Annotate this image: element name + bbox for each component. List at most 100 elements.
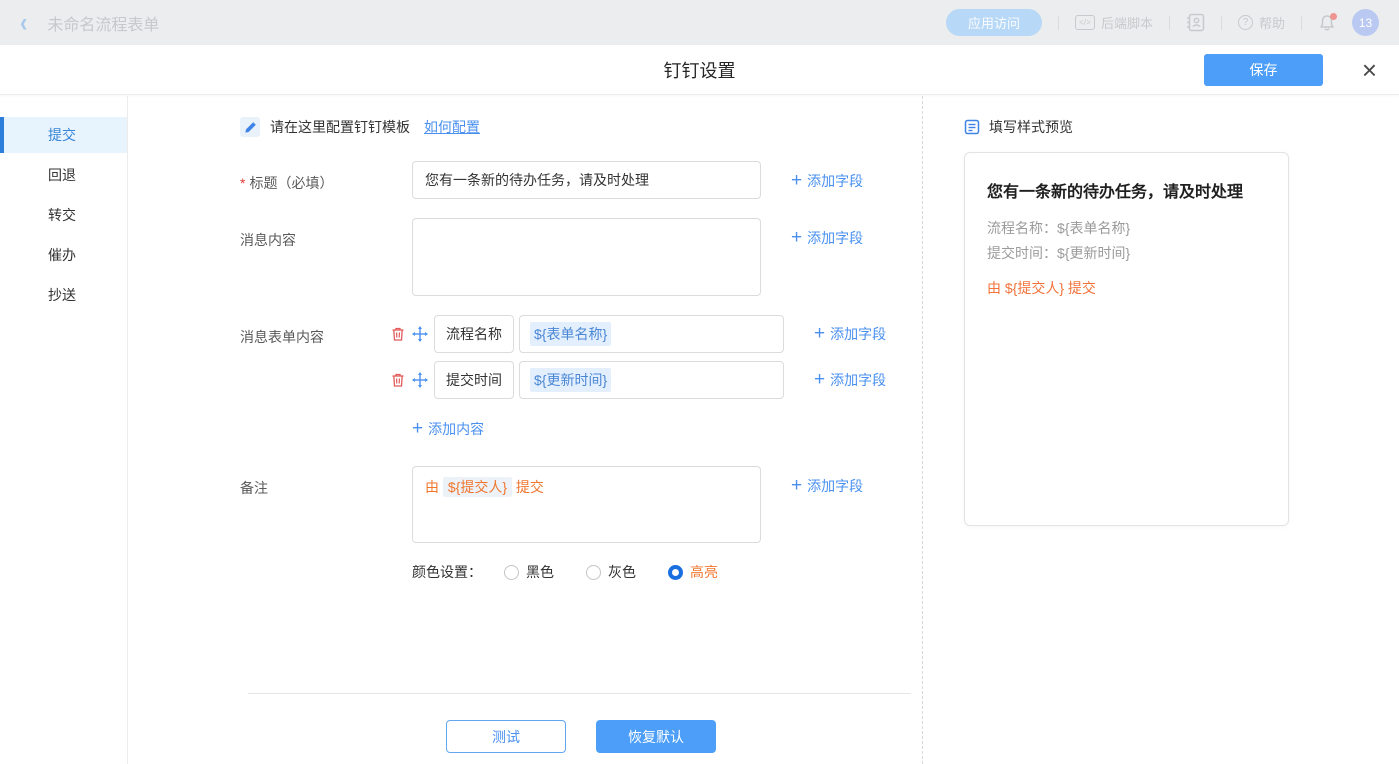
field-name-input[interactable]: 流程名称 xyxy=(434,315,514,353)
plus-icon: + xyxy=(412,420,423,438)
preview-card: 您有一条新的待办任务，请及时处理 流程名称：${表单名称} 提交时间：${更新时… xyxy=(964,152,1289,526)
radio-black[interactable]: 黑色 xyxy=(504,562,554,582)
divider xyxy=(1301,16,1302,30)
remark-field-row: 备注 由 ${提交人} 提交 + 添加字段 xyxy=(240,466,922,543)
add-field-link[interactable]: + 添加字段 xyxy=(814,324,886,344)
sidebar-item-transfer[interactable]: 转交 xyxy=(0,197,127,233)
back-icon[interactable]: ‹ xyxy=(20,11,27,35)
modal-header: 钉钉设置 保存 × xyxy=(0,45,1399,95)
plus-icon: + xyxy=(791,172,802,190)
add-field-link[interactable]: + 添加字段 xyxy=(791,218,863,248)
sidebar-item-submit[interactable]: 提交 xyxy=(0,117,127,153)
radio-checked-icon xyxy=(668,565,683,580)
delete-icon[interactable] xyxy=(390,372,406,388)
move-icon[interactable] xyxy=(412,326,428,342)
sidebar-item-label: 提交 xyxy=(48,125,76,145)
how-to-configure-link[interactable]: 如何配置 xyxy=(424,117,480,137)
restore-default-button[interactable]: 恢复默认 xyxy=(596,720,716,753)
sidebar-item-label: 抄送 xyxy=(48,285,76,305)
contacts-button[interactable] xyxy=(1186,13,1205,32)
notification-badge xyxy=(1330,13,1337,20)
title-input[interactable] xyxy=(412,161,761,199)
plus-icon: + xyxy=(814,371,825,389)
form-content-row: 流程名称 ${表单名称} + 添加字段 xyxy=(390,315,886,353)
backend-script-label: 后端脚本 xyxy=(1101,13,1153,32)
modal-title: 钉钉设置 xyxy=(0,45,1399,95)
notifications-button[interactable] xyxy=(1318,14,1336,32)
radio-icon xyxy=(504,565,519,580)
preview-line-submit-time: 提交时间：${更新时间} xyxy=(987,241,1266,266)
plus-icon: + xyxy=(791,477,802,495)
preview-line-process-name: 流程名称：${表单名称} xyxy=(987,216,1266,241)
form-actions: 测试 恢复默认 xyxy=(446,720,922,753)
code-icon: </> xyxy=(1075,15,1095,30)
divider xyxy=(1221,16,1222,30)
message-field-row: 消息内容 + 添加字段 xyxy=(240,218,922,296)
message-content-textarea[interactable] xyxy=(412,218,761,296)
remark-textarea[interactable]: 由 ${提交人} 提交 xyxy=(412,466,761,543)
radio-gray[interactable]: 灰色 xyxy=(586,562,636,582)
contacts-icon xyxy=(1186,13,1205,32)
app-access-button[interactable]: 应用访问 xyxy=(946,9,1042,36)
message-field-label: 消息内容 xyxy=(240,218,412,250)
plus-icon: + xyxy=(814,325,825,343)
help-button[interactable]: ? 帮助 xyxy=(1238,13,1285,32)
top-bar-left: ‹ 未命名流程表单 xyxy=(20,11,159,35)
required-mark: * xyxy=(240,175,245,191)
document-title: 未命名流程表单 xyxy=(47,11,159,35)
field-token: ${表单名称} xyxy=(530,322,611,346)
preview-title: 您有一条新的待办任务，请及时处理 xyxy=(987,178,1266,202)
field-name-input[interactable]: 提交时间 xyxy=(434,361,514,399)
test-button[interactable]: 测试 xyxy=(446,720,566,753)
question-icon: ? xyxy=(1238,15,1253,30)
backend-script-button[interactable]: </> 后端脚本 xyxy=(1075,13,1153,32)
remark-field-label: 备注 xyxy=(240,466,412,498)
sidebar-item-label: 转交 xyxy=(48,205,76,225)
field-token: ${更新时间} xyxy=(530,368,611,392)
sidebar: 提交 回退 转交 催办 抄送 xyxy=(0,96,128,764)
form-preview-icon xyxy=(964,119,980,135)
delete-icon[interactable] xyxy=(390,326,406,342)
add-field-link[interactable]: + 添加字段 xyxy=(791,466,863,496)
color-setting-label: 颜色设置： xyxy=(412,562,482,582)
remark-token: ${提交人} xyxy=(443,477,512,497)
config-note-text: 请在这里配置钉钉模板 xyxy=(270,117,410,137)
title-field-label: *标题（必填） xyxy=(240,161,412,193)
preview-footer: 由 ${提交人} 提交 xyxy=(987,278,1266,298)
close-icon[interactable]: × xyxy=(1362,52,1377,88)
avatar[interactable]: 13 xyxy=(1352,9,1379,36)
sidebar-item-label: 回退 xyxy=(48,165,76,185)
title-field-row: *标题（必填） + 添加字段 xyxy=(240,161,922,199)
form-content-rows: 流程名称 ${表单名称} + 添加字段 xyxy=(390,315,886,399)
divider xyxy=(1169,16,1170,30)
sidebar-item-label: 催办 xyxy=(48,245,76,265)
dingtalk-settings-page: ‹ 未命名流程表单 应用访问 </> 后端脚本 xyxy=(0,0,1399,764)
form-content-section: 消息表单内容 xyxy=(240,315,922,466)
sidebar-item-urge[interactable]: 催办 xyxy=(0,237,127,273)
preview-panel: 填写样式预览 您有一条新的待办任务，请及时处理 流程名称：${表单名称} 提交时… xyxy=(922,96,1399,764)
pencil-icon xyxy=(240,117,260,137)
top-bar: ‹ 未命名流程表单 应用访问 </> 后端脚本 xyxy=(0,0,1399,45)
plus-icon: + xyxy=(791,229,802,247)
config-note-row: 请在这里配置钉钉模板 如何配置 xyxy=(240,117,922,137)
preview-header: 填写样式预览 xyxy=(964,117,1399,137)
top-bar-actions: 应用访问 </> 后端脚本 ? 帮助 xyxy=(946,9,1379,36)
move-icon[interactable] xyxy=(412,372,428,388)
save-button[interactable]: 保存 xyxy=(1204,54,1323,86)
field-value-input[interactable]: ${更新时间} xyxy=(519,361,784,399)
field-value-input[interactable]: ${表单名称} xyxy=(519,315,784,353)
sidebar-item-cc[interactable]: 抄送 xyxy=(0,277,127,313)
radio-highlight[interactable]: 高亮 xyxy=(668,562,718,582)
form-content-row: 提交时间 ${更新时间} + 添加字段 xyxy=(390,361,886,399)
radio-icon xyxy=(586,565,601,580)
sidebar-item-rollback[interactable]: 回退 xyxy=(0,157,127,193)
color-setting-row: 颜色设置： 黑色 灰色 高亮 xyxy=(412,562,922,582)
add-field-link[interactable]: + 添加字段 xyxy=(791,161,863,191)
preview-header-label: 填写样式预览 xyxy=(989,117,1073,137)
add-content-link[interactable]: + 添加内容 xyxy=(412,419,886,439)
add-field-link[interactable]: + 添加字段 xyxy=(814,370,886,390)
divider xyxy=(1058,16,1059,30)
help-label: 帮助 xyxy=(1259,13,1285,32)
form-content-label: 消息表单内容 xyxy=(240,315,412,347)
template-form: 请在这里配置钉钉模板 如何配置 *标题（必填） + 添加字段 消息内容 + 添加… xyxy=(128,96,922,764)
